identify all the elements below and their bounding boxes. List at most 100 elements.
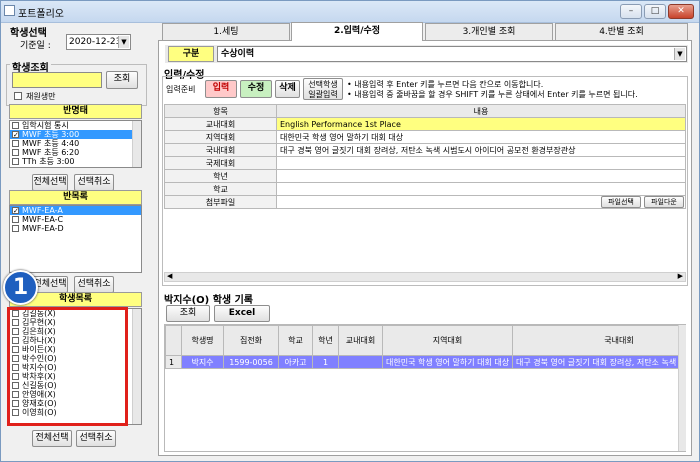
base-date-field[interactable]: 2020-12-23 ▼ [66, 34, 131, 50]
record-section-title: 박지수(O) 학생 기록 [164, 295, 254, 306]
deselect-button-2[interactable]: 선택취소 [74, 276, 114, 293]
close-button[interactable]: ✕ [668, 4, 694, 19]
record-grid-scrollbar[interactable] [678, 325, 686, 451]
row-content-cell[interactable]: 대구 경북 영어 글짓기 대회 장려상, 저탄소 녹색 시범도시 아이디어 공모… [276, 143, 686, 157]
enrolled-only-label: 재원생만 [26, 92, 56, 101]
checkbox[interactable] [12, 225, 19, 232]
input-table-hscroll[interactable]: ◀ ▶ [164, 272, 686, 282]
class-type-header: 반명태 [9, 104, 142, 119]
class-type-item[interactable]: MWF 초등 4:40 [10, 139, 141, 148]
edit-button[interactable]: 수정 [240, 80, 272, 98]
record-cell[interactable]: 1 [165, 355, 182, 369]
class-type-label: MWF 초등 6:20 [22, 148, 80, 157]
checkbox[interactable]: ✓ [12, 131, 19, 139]
record-cell[interactable]: 아카고 [278, 355, 313, 369]
checkbox[interactable] [12, 140, 19, 147]
class-type-item[interactable]: TTh 초등 3:00 [10, 157, 141, 166]
class-name-label: MWF-EA-C [22, 215, 64, 224]
callout-number-badge: 1 [3, 270, 38, 305]
class-type-label: 입학시험 통시 [22, 121, 69, 130]
record-cell[interactable]: 대구 경북 영어 글짓기 대회 장려상, 저탄소 녹색 시 [512, 355, 685, 369]
deselect-button-3[interactable]: 선택취소 [76, 430, 116, 447]
chevron-down-icon[interactable]: ▼ [118, 36, 129, 48]
record-cell[interactable]: 1 [312, 355, 339, 369]
tab-4[interactable]: 4.반별 조회 [555, 23, 688, 40]
class-names-list[interactable]: ✓ MWF-EA-A MWF-EA-C MWF-EA-D [9, 205, 142, 273]
record-cell[interactable]: 1599-0056 [223, 355, 279, 369]
input-table-row: 국내대회 대구 경북 영어 글짓기 대회 장려상, 저탄소 녹색 시범도시 아이디… [164, 143, 686, 157]
excel-button[interactable]: Excel [214, 305, 270, 322]
tab-2[interactable]: 2.입력/수정 [291, 22, 423, 41]
checkbox[interactable] [12, 149, 19, 156]
student-select-title: 학생선택 [10, 28, 47, 39]
record-col-header[interactable]: 지역대회 [382, 325, 513, 356]
student-list-scrollbar[interactable] [132, 309, 141, 424]
bulk-input-line1: 선택학생 [308, 80, 338, 89]
class-name-label: MWF-EA-D [22, 224, 64, 233]
delete-button[interactable]: 삭제 [275, 80, 300, 98]
record-col-header[interactable]: 학교 [278, 325, 313, 356]
input-prep-label: 입력준비 [166, 85, 196, 94]
select-all-button-1[interactable]: 전체선택 [32, 174, 68, 191]
record-cell[interactable]: 박지수 [181, 355, 224, 369]
checkbox[interactable] [12, 158, 19, 165]
maximize-button[interactable]: □ [644, 4, 666, 19]
chevron-down-icon[interactable]: ▼ [674, 48, 685, 60]
row-content-cell[interactable] [276, 169, 686, 183]
student-search-input[interactable] [12, 72, 102, 88]
callout-highlight-box [7, 307, 128, 426]
row-content-cell[interactable]: 파일선택 파일다운 [276, 195, 686, 209]
input-table-row: 첨부파일 파일선택 파일다운 [164, 195, 686, 209]
row-item-label: 첨부파일 [164, 195, 277, 209]
record-col-header[interactable] [165, 325, 182, 356]
record-col-header[interactable]: 학생명 [181, 325, 224, 356]
class-name-item[interactable]: MWF-EA-C [10, 215, 141, 224]
tab-1[interactable]: 1.세팅 [162, 23, 290, 40]
select-all-button-3[interactable]: 전체선택 [32, 430, 72, 447]
record-col-header[interactable]: 학년 [312, 325, 339, 356]
class-type-item[interactable]: 입학시험 통시 [10, 121, 141, 130]
class-list-scrollbar[interactable] [132, 121, 141, 167]
row-content-cell[interactable]: 대한민국 학생 영어 말하기 대회 대상 [276, 130, 686, 144]
enrolled-only-checkbox[interactable] [14, 92, 22, 100]
row-content-cell[interactable]: English Performance 1st Place [276, 117, 686, 131]
record-col-header[interactable]: 교내대회 [338, 325, 383, 356]
row-content-cell[interactable] [276, 156, 686, 170]
checkbox[interactable] [12, 216, 19, 223]
minimize-button[interactable]: – [620, 4, 642, 19]
row-content-cell[interactable] [276, 182, 686, 196]
checkbox[interactable] [12, 122, 19, 129]
deselect-button-1[interactable]: 선택취소 [74, 174, 114, 191]
bulk-input-line2: 일괄입력 [308, 90, 338, 99]
class-type-item[interactable]: ✓ MWF 초등 3:00 [10, 130, 141, 139]
search-button[interactable]: 조회 [106, 71, 138, 89]
class-name-item[interactable]: MWF-EA-D [10, 224, 141, 233]
file-select-button[interactable]: 파일선택 [601, 196, 641, 208]
class-type-item[interactable]: MWF 초등 6:20 [10, 148, 141, 157]
record-row[interactable]: 1 박지수 1599-0056 아카고 1 대한민국 학생 영어 말하기 대회 대상 대구 … [165, 355, 685, 369]
title-bar [1, 1, 699, 23]
record-cell[interactable] [338, 355, 383, 369]
input-button[interactable]: 입력 [205, 80, 237, 98]
category-select[interactable]: 수상이력 ▼ [217, 46, 687, 62]
record-col-header[interactable]: 국내대회 [512, 325, 685, 356]
bulk-input-button[interactable]: 선택학생 일괄입력 [303, 78, 343, 100]
class-name-label: MWF-EA-A [22, 206, 63, 215]
row-item-label: 학년 [164, 169, 277, 183]
scroll-left-icon[interactable]: ◀ [167, 272, 172, 280]
record-cell[interactable]: 대한민국 학생 영어 말하기 대회 대상 [382, 355, 513, 369]
record-search-button[interactable]: 조회 [166, 305, 210, 322]
input-table-row: 교내대회 English Performance 1st Place [164, 117, 686, 131]
checkbox[interactable]: ✓ [12, 207, 19, 215]
class-type-label: TTh 초등 3:00 [22, 157, 75, 166]
row-item-label: 국제대회 [164, 156, 277, 170]
input-table-row: 학년 [164, 169, 686, 183]
tab-3[interactable]: 3.개인별 조회 [425, 23, 553, 40]
col-header-item: 항목 [164, 104, 277, 118]
scroll-right-icon[interactable]: ▶ [678, 272, 683, 280]
record-col-header[interactable]: 집전화 [223, 325, 279, 356]
class-type-label: MWF 초등 4:40 [22, 139, 80, 148]
class-type-list[interactable]: 입학시험 통시 ✓ MWF 초등 3:00 MWF 초등 4:40 MWF 초등 6:2… [9, 120, 142, 168]
class-name-item[interactable]: ✓ MWF-EA-A [10, 206, 141, 215]
file-download-button[interactable]: 파일다운 [644, 196, 684, 208]
